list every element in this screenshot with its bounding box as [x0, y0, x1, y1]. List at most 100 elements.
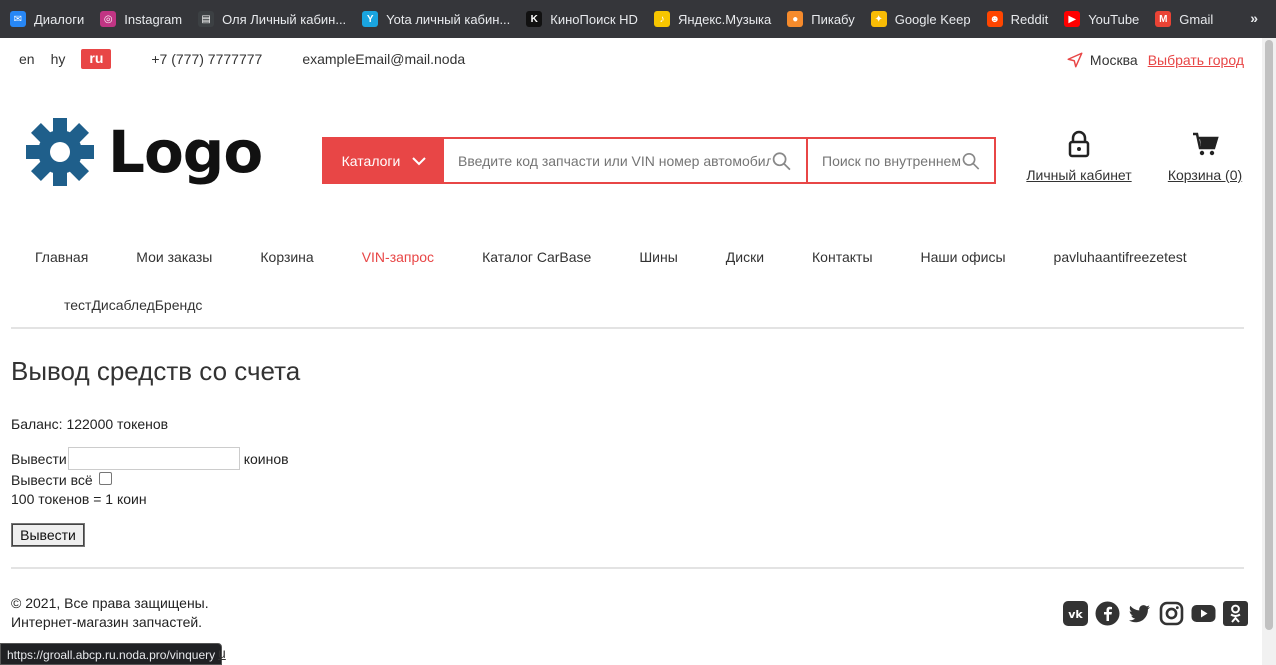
svg-text:vk: vk [1068, 608, 1083, 621]
withdraw-all-checkbox[interactable] [98, 471, 112, 485]
bookmark-label: Google Keep [894, 11, 971, 27]
chevron-down-icon [412, 156, 427, 165]
bookmarks-overflow-icon[interactable]: » [1250, 10, 1258, 26]
status-bar-url: https://groall.abcp.ru.noda.pro/vinquery [0, 643, 223, 665]
city-selector: Москва Выбрать город [1066, 51, 1244, 69]
cart-link[interactable]: Корзина (0) [1165, 130, 1245, 183]
nav-item[interactable]: Шины [615, 249, 701, 265]
bookmark-item[interactable]: M Gmail [1155, 0, 1213, 38]
choose-city-link[interactable]: Выбрать город [1148, 52, 1244, 68]
bookmark-label: Instagram [124, 11, 183, 27]
lang-ru[interactable]: ru [81, 49, 112, 69]
email-address[interactable]: exampleEmail@mail.noda [302, 51, 465, 67]
bookmark-label: Gmail [1179, 11, 1214, 27]
shop-tagline: Интернет-магазин запчастей. [11, 614, 203, 630]
bookmark-item[interactable]: ♪ Яндекс.Музыка [653, 0, 772, 38]
lang-en[interactable]: en [19, 51, 35, 67]
city-name: Москва [1089, 52, 1138, 68]
nav-item[interactable]: pavluhaantifreezetest [1030, 249, 1211, 265]
instagram-icon[interactable] [1159, 601, 1184, 626]
search-icon[interactable] [961, 150, 980, 172]
main-nav: Главная Мои заказы Корзина VIN-запрос Катало… [11, 236, 1244, 332]
yota-icon: Y [362, 11, 379, 27]
keep-icon: ✦ [870, 11, 887, 27]
part-search-input[interactable] [458, 152, 772, 169]
withdraw-amount-input[interactable] [67, 447, 240, 470]
bookmark-item[interactable]: Y Yota личный кабин... [362, 0, 510, 38]
withdraw-label: Вывести [11, 450, 67, 467]
gmail-icon: M [1155, 11, 1172, 27]
odnoklassniki-icon[interactable] [1223, 601, 1248, 626]
withdraw-amount-row: Вывести коинов [11, 447, 289, 470]
location-arrow-icon [1067, 52, 1083, 68]
bookmark-item[interactable]: ▶ YouTube [1064, 0, 1139, 38]
catalog-search-input[interactable] [822, 152, 961, 169]
bookmark-label: Yota личный кабин... [386, 11, 511, 27]
nav-divider [11, 327, 1244, 329]
bookmark-item[interactable]: ● Пикабу [787, 0, 855, 38]
bookmark-label: Оля Личный кабин... [222, 11, 347, 27]
pikabu-icon: ● [787, 11, 804, 27]
bookmark-label: КиноПоиск HD [550, 11, 638, 27]
bookmark-label: Пикабу [811, 11, 855, 27]
catalog-search [808, 139, 994, 182]
facebook-icon[interactable] [1095, 601, 1120, 626]
bookmark-label: Reddit [1010, 11, 1049, 27]
vk-icon[interactable]: vk [1063, 601, 1088, 626]
nav-item[interactable]: VIN-запрос [338, 249, 458, 265]
footer-divider [11, 567, 1244, 569]
nav-item[interactable]: Контакты [788, 249, 896, 265]
bookmark-label: Яндекс.Музыка [677, 11, 772, 27]
bookmark-item[interactable]: ▤ Оля Личный кабин... [198, 0, 346, 38]
exchange-rate: 100 токенов = 1 коин [11, 491, 147, 507]
nav-item[interactable]: Наши офисы [897, 249, 1030, 265]
footer-copyright: © 2021, Все права защищены. Интернет-маг… [11, 594, 209, 632]
bookmark-item[interactable]: ✉ Диалоги [10, 0, 84, 38]
part-search [444, 139, 808, 182]
bookmark-item[interactable]: ◎ Instagram [100, 0, 182, 38]
nav-row: Главная Мои заказы Корзина VIN-запрос Катало… [11, 236, 1244, 278]
instagram-icon: ◎ [100, 11, 117, 27]
nav-item[interactable]: Мои заказы [112, 249, 236, 265]
withdraw-all-row: Вывести всё [11, 471, 112, 488]
cart-label[interactable]: Корзина (0) [1165, 167, 1245, 183]
withdraw-all-label: Вывести всё [11, 472, 93, 488]
withdraw-button[interactable]: Вывести [11, 523, 85, 547]
page-scrollbar[interactable] [1262, 38, 1276, 665]
bookmark-item[interactable]: K КиноПоиск HD [526, 0, 638, 38]
search-bar: Каталоги [322, 137, 996, 184]
bookmark-item[interactable]: ✦ Google Keep [870, 0, 971, 38]
lang-hy[interactable]: hy [51, 51, 66, 67]
chat-icon: ✉ [10, 11, 26, 27]
withdraw-unit: коинов [243, 450, 289, 467]
page-icon: ▤ [198, 11, 215, 27]
account-label[interactable]: Личный кабинет [1020, 167, 1138, 183]
account-link[interactable]: Личный кабинет [1020, 130, 1138, 183]
phone-number[interactable]: +7 (777) 7777777 [151, 51, 262, 67]
lock-icon [1068, 130, 1090, 158]
gear-logo-icon [26, 118, 94, 186]
nav-item[interactable]: Каталог CarBase [458, 249, 615, 265]
catalog-dropdown-button[interactable]: Каталоги [324, 139, 444, 182]
bookmarks-bar: ✉ Диалоги ◎ Instagram ▤ Оля Личный кабин... Y Y… [0, 0, 1276, 38]
site-logo[interactable]: Logo [24, 116, 263, 188]
top-info-bar: en hy ru +7 (777) 7777777 exampleEmail@m… [0, 38, 1262, 80]
balance-text: Баланс: 122000 токенов [11, 416, 169, 432]
search-icon[interactable] [771, 150, 792, 172]
nav-item[interactable]: Корзина [236, 249, 337, 265]
bookmark-item[interactable]: ☻ Reddit [986, 0, 1049, 38]
nav-item[interactable]: Главная [11, 249, 112, 265]
youtube-icon[interactable] [1191, 601, 1216, 626]
nav-item[interactable]: Диски [702, 249, 788, 265]
twitter-icon[interactable] [1127, 601, 1152, 626]
catalog-label: Каталоги [341, 152, 401, 169]
scrollbar-thumb[interactable] [1265, 40, 1273, 630]
reddit-icon: ☻ [986, 11, 1003, 27]
copyright-text: © 2021, Все права защищены. [11, 595, 209, 611]
logo-text: Logo [108, 118, 263, 186]
bookmark-label: YouTube [1088, 11, 1140, 27]
nav-row: тестДисабледБрендс [11, 278, 1244, 332]
bookmark-label: Диалоги [34, 11, 85, 27]
footer-link[interactable]: u [218, 645, 226, 661]
nav-item[interactable]: тестДисабледБрендс [40, 297, 226, 313]
